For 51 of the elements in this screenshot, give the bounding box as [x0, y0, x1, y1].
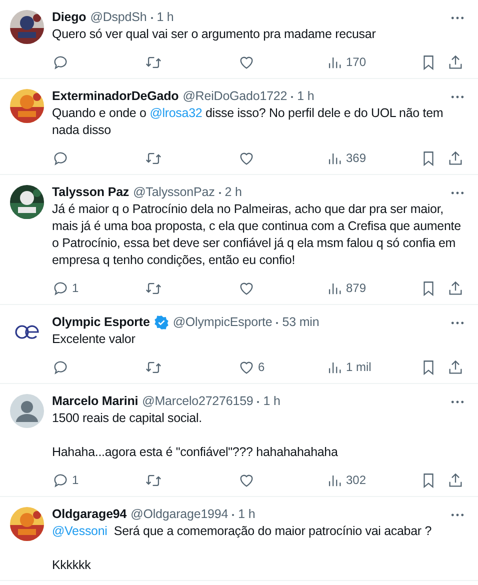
- reply-icon[interactable]: [52, 150, 69, 166]
- more-options-icon[interactable]: [451, 94, 464, 98]
- post-time[interactable]: 53 min: [282, 314, 320, 331]
- user-handle[interactable]: @DspdSh: [90, 9, 147, 26]
- reply-icon[interactable]: [52, 358, 69, 376]
- author-name[interactable]: ExterminadorDeGado: [52, 88, 179, 105]
- post-text: @Vessoni Será que a comemoração do maior patrocínio vai acabar ?: [52, 523, 433, 540]
- reply-icon[interactable]: [52, 280, 69, 296]
- view-count: 170: [346, 54, 366, 71]
- user-handle[interactable]: @TalyssonPaz: [133, 184, 215, 201]
- reply-count: 1: [72, 472, 79, 489]
- reply-icon[interactable]: [52, 54, 69, 70]
- more-options-icon[interactable]: [451, 16, 464, 20]
- post-time[interactable]: 2 h: [224, 184, 242, 201]
- user-handle[interactable]: @Marcelo27276159: [142, 393, 254, 410]
- reply-count: 1: [72, 280, 79, 297]
- reply-icon[interactable]: [52, 472, 69, 488]
- share-icon[interactable]: [447, 280, 464, 296]
- post-text: Quero só ver qual vai ser o argumento pra madame recusar: [52, 26, 377, 43]
- post-time[interactable]: 1 h: [263, 393, 280, 410]
- more-options-icon[interactable]: [451, 320, 464, 324]
- post-text: Quando e onde o @lrosa32 disse isso? No perfil dele e do UOL não tem nada disso: [52, 105, 444, 139]
- share-icon[interactable]: [447, 54, 464, 70]
- author-name[interactable]: Diego: [52, 9, 86, 26]
- view-count: 1 mil: [346, 359, 372, 376]
- default-avatar-icon: [10, 394, 44, 428]
- share-icon[interactable]: [447, 150, 464, 166]
- more-options-icon[interactable]: [451, 512, 464, 516]
- more-options-icon[interactable]: [451, 190, 464, 194]
- user-handle[interactable]: @ReiDoGado1722: [182, 88, 288, 105]
- view-count: 369: [346, 150, 366, 167]
- post-text: Hahaha...agora esta é "confiável"??? hahahahahaha: [52, 444, 339, 461]
- author-name[interactable]: Talysson Paz: [52, 184, 130, 201]
- post-time[interactable]: 1 h: [238, 506, 256, 523]
- author-name[interactable]: Marcelo Marini: [52, 393, 138, 410]
- post-text: Excelente valor: [52, 331, 136, 348]
- author-name[interactable]: Oldgarage94: [52, 506, 127, 523]
- view-count: 879: [346, 280, 366, 297]
- view-count: 302: [346, 472, 366, 489]
- post-time[interactable]: 1 h: [156, 9, 174, 26]
- post-time[interactable]: 1 h: [297, 88, 314, 105]
- post-text: Kkkkkk: [52, 557, 92, 574]
- like-count: 6: [258, 359, 265, 376]
- share-icon[interactable]: [447, 358, 464, 376]
- more-options-icon[interactable]: [451, 400, 464, 404]
- post-text: Já é maior q o Patrocínio dela no Palmeiras, acho que dar pra ser maior, mais já é uma boa proposta, c ela que continua com a Crefisa que aumente o Patrocínio, essa bet deve ser confiável já q ela msm falou q só confia em empresa q tenho condições, então eu confio!: [52, 201, 462, 269]
- author-name[interactable]: Olympic Esporte: [52, 314, 150, 331]
- post-text: 1500 reais de capital social.: [52, 410, 203, 427]
- user-handle[interactable]: @OlympicEsporte: [172, 314, 272, 331]
- user-handle[interactable]: @Oldgarage1994: [130, 506, 228, 523]
- share-icon[interactable]: [447, 472, 464, 488]
